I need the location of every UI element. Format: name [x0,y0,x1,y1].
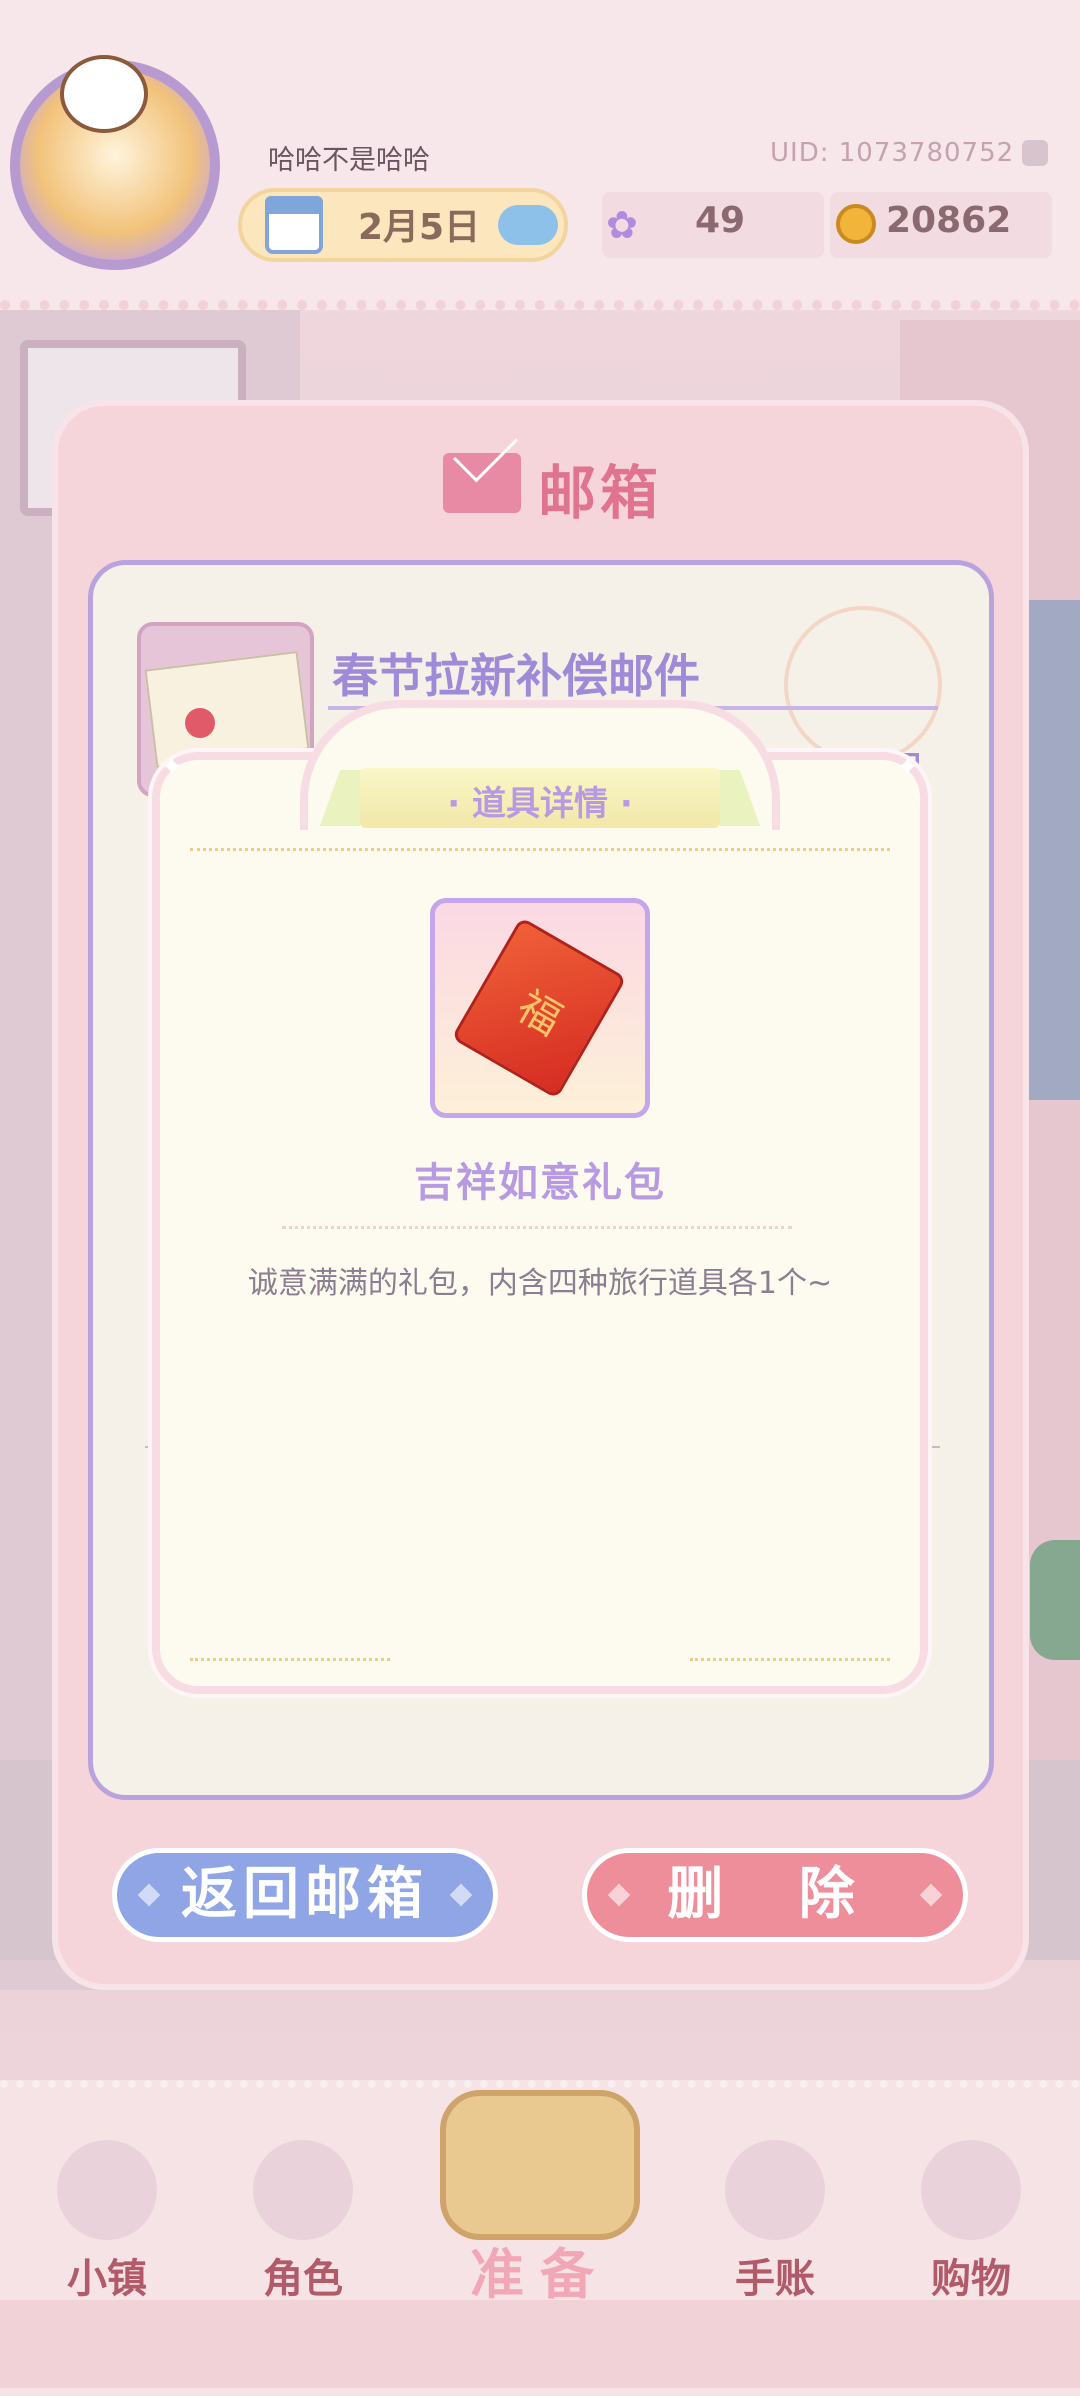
coin-icon [836,204,876,244]
flower-gem-icon: ✿ [606,203,638,247]
postmark-stamp-icon [784,606,942,764]
gems-count: 49 [695,200,746,241]
modal-title: · 道具详情 · [447,784,633,824]
nav-label-shop: 购物 [931,2256,1011,2302]
calendar-icon [265,196,323,254]
mailbox-title: 邮箱 [538,459,663,527]
modal-dotted-divider-top [190,848,890,851]
modal-dotted-divider-bottom-right [690,1658,890,1661]
nav-item-town[interactable]: 小镇 [32,2120,182,2310]
nav-label-prepare: 准备 [470,2243,610,2306]
shopping-bag-icon [921,2140,1021,2240]
sparkle-icon: ✦ [896,750,920,783]
item-separator [282,1226,792,1229]
item-detail-modal [152,752,928,1694]
diamond-deco-icon [919,1883,943,1907]
journal-icon [725,2140,825,2240]
item-description: 诚意满满的礼包，内含四种旅行道具各1个~ [247,1266,833,1301]
username: 哈哈不是哈哈 [268,145,430,176]
avatar-character-icon [60,55,148,133]
bottom-nav-base [0,2300,1080,2388]
modal-dotted-divider-bottom-left [190,1658,390,1661]
back-button-label: 返回邮箱 [181,1862,429,1927]
wax-seal-icon [185,708,215,738]
item-name: 吉祥如意礼包 [414,1160,666,1206]
basket-icon [440,2090,640,2240]
nav-item-journal[interactable]: 手账 [700,2120,850,2310]
nav-label-character: 角色 [263,2256,343,2302]
date-text: 2月5日 [358,207,481,248]
diamond-deco-icon [449,1883,473,1907]
copy-icon[interactable] [1022,140,1048,166]
nav-label-town: 小镇 [67,2256,147,2302]
envelope-icon [443,453,521,513]
nav-item-shop[interactable]: 购物 [896,2120,1046,2310]
mail-subject: 春节拉新补偿邮件 [332,649,700,703]
diamond-deco-icon [607,1883,631,1907]
map-icon [57,2140,157,2240]
character-icon [253,2140,353,2240]
delete-button[interactable]: 删 除 [582,1848,968,1942]
weather-cloud-icon [498,205,558,245]
sparkle-icon: ✦ [160,750,184,783]
nav-item-prepare[interactable]: 准备 [400,2060,680,2310]
coins-count: 20862 [886,200,1012,241]
uid-text: UID: 1073780752 [770,138,1015,168]
nav-item-character[interactable]: 角色 [228,2120,378,2310]
delete-button-label: 删 除 [667,1862,883,1927]
diamond-deco-icon [137,1883,161,1907]
back-to-mailbox-button[interactable]: 返回邮箱 [112,1848,498,1942]
nav-label-journal: 手账 [735,2256,815,2302]
